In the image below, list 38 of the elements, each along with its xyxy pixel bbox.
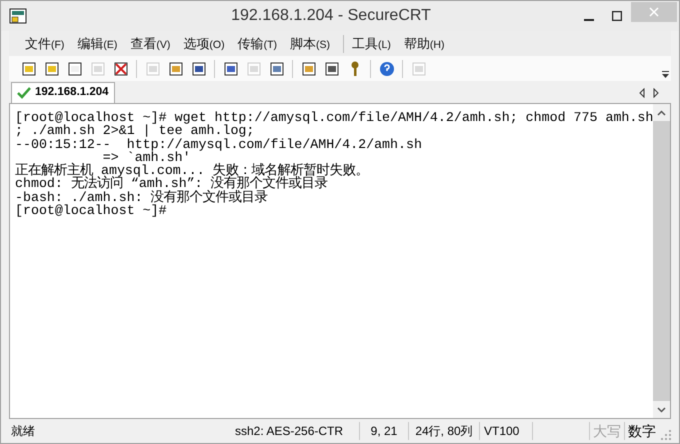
terminal-line: => `amh.sh' <box>102 150 191 164</box>
terminal-line: [root@localhost ~]# wget http://amysql.com/file/AMH/4.2/amh.sh; chmod 775 amh.sh <box>15 111 654 124</box>
tab-scroll-left-icon[interactable] <box>639 88 645 98</box>
minimize-icon <box>584 19 594 21</box>
window-title: 192.168.1.204 - SecureCRT <box>230 6 432 26</box>
app-icon <box>9 7 27 25</box>
menu-item[interactable]: 传输(T) <box>234 34 282 54</box>
scroll-up-icon[interactable] <box>657 110 666 116</box>
emulation-text: VT100 <box>483 423 520 440</box>
terminal-line: ; ./amh.sh 2>&1 | tee amh.log; <box>15 124 254 138</box>
cursor-position-text: 9, 21 <box>370 423 398 440</box>
terminal-line: [root@localhost ~]# <box>15 204 167 218</box>
terminal-size-text: 24行, 80列 <box>414 423 474 440</box>
menu-item[interactable]: 文件(F) <box>21 34 68 54</box>
scroll-down-icon[interactable] <box>657 406 666 412</box>
resize-grip-icon[interactable] <box>661 430 671 440</box>
help-icon <box>378 60 396 78</box>
tab-scroll-right-icon[interactable] <box>653 88 659 98</box>
toolbar-overflow-icon[interactable] <box>662 71 669 79</box>
menu-item[interactable]: 脚本(S) <box>286 34 334 54</box>
menu-item[interactable]: 选项(O) <box>179 34 229 54</box>
menu-item[interactable]: 工具(L) <box>348 34 395 54</box>
close-icon <box>649 7 659 17</box>
scrollbar[interactable] <box>653 104 670 418</box>
window-icon <box>300 60 318 78</box>
menu-item[interactable]: 帮助(H) <box>400 34 448 54</box>
cipher-text: ssh2: AES-256-CTR <box>235 423 344 440</box>
key-indicator: 大写 <box>592 422 622 440</box>
menu-item[interactable]: 编辑(E) <box>73 34 122 54</box>
cross-window-icon <box>112 60 130 78</box>
terminal-line: chmod: 无法访问 “amh.sh”: 没有那个文件或目录 <box>15 177 328 191</box>
key-indicator: 数字 <box>627 422 657 440</box>
session-tab[interactable]: 192.168.1.204 <box>11 82 115 103</box>
status-text: 就绪 <box>10 423 36 440</box>
terminal-line: -bash: ./amh.sh: 没有那个文件或目录 <box>15 190 268 204</box>
menu-item[interactable]: 查看(V) <box>126 34 174 54</box>
terminal-line: --00:15:12-- http://amysql.com/file/AMH/4.2/amh.sh <box>15 138 422 151</box>
maximize-icon <box>612 11 622 21</box>
